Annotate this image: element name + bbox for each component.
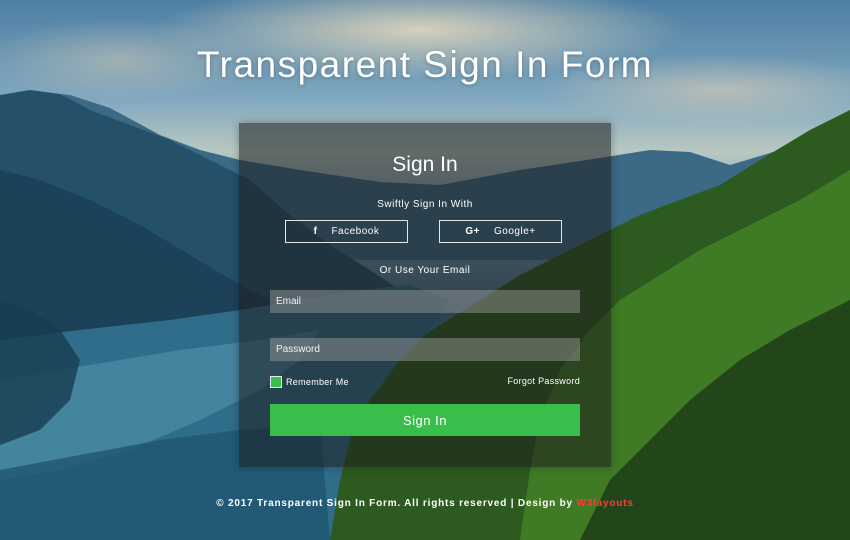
- footer: © 2017 Transparent Sign In Form. All rig…: [0, 498, 850, 509]
- sign-in-heading: Sign In: [392, 153, 458, 176]
- password-placeholder: Password: [276, 344, 320, 355]
- facebook-icon: f: [313, 226, 318, 237]
- email-sign-in-prompt: Or Use Your Email: [379, 265, 471, 276]
- social-sign-in-prompt: Swiftly Sign In With: [377, 199, 473, 210]
- facebook-button-label: Facebook: [331, 226, 380, 237]
- footer-brand-link[interactable]: W3layouts: [577, 498, 634, 509]
- page-title: Transparent Sign In Form: [196, 44, 654, 85]
- remember-me-checkbox[interactable]: [270, 376, 282, 388]
- sign-in-button[interactable]: Sign In: [270, 404, 580, 436]
- google-plus-button[interactable]: G+ Google+: [439, 220, 562, 243]
- google-plus-icon: G+: [465, 226, 481, 237]
- sign-in-panel: Sign In Swiftly Sign In With f Facebook …: [239, 123, 611, 467]
- email-field[interactable]: Email: [270, 290, 580, 313]
- footer-copyright: © 2017 Transparent Sign In Form. All rig…: [216, 498, 577, 509]
- page-background: Transparent Sign In Form Sign In Swiftly…: [0, 0, 850, 540]
- email-placeholder: Email: [276, 296, 302, 307]
- google-plus-button-label: Google+: [494, 226, 536, 237]
- remember-me[interactable]: Remember Me: [270, 376, 349, 388]
- remember-me-label: Remember Me: [286, 377, 349, 387]
- forgot-password-link[interactable]: Forgot Password: [507, 376, 580, 386]
- password-field[interactable]: Password: [270, 338, 580, 361]
- facebook-button[interactable]: f Facebook: [285, 220, 408, 243]
